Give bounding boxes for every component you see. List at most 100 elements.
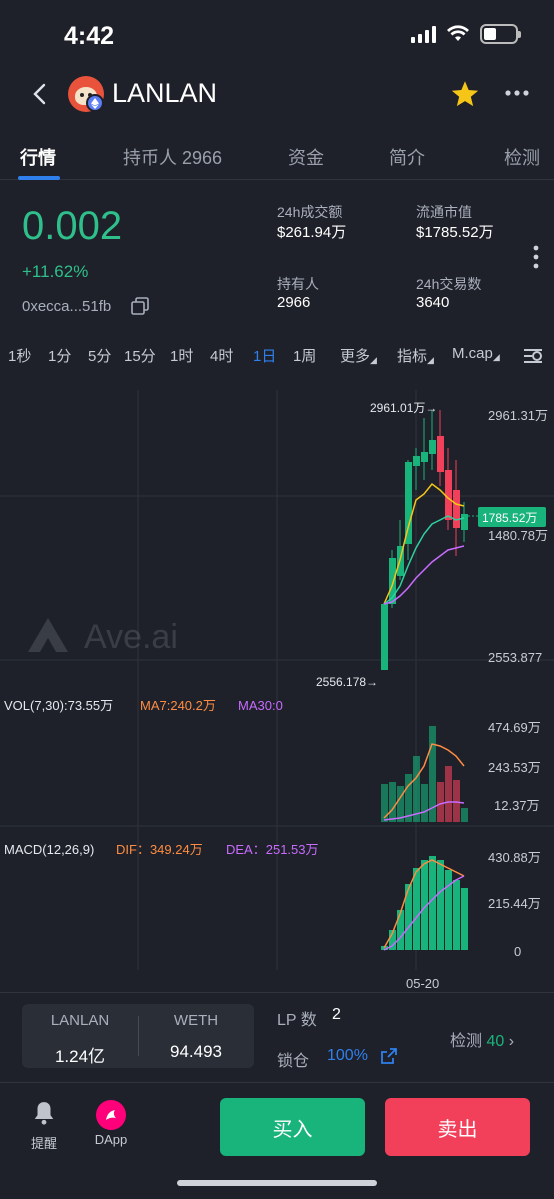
price-change: +11.62% [22,262,89,281]
macd-axis-zero: 0 [514,944,521,959]
tab-market[interactable]: 行情 [20,144,56,170]
detect-link[interactable]: 检测 40 › [450,1027,514,1051]
favorite-star-icon[interactable] [450,80,480,108]
buy-button[interactable]: 买入 [220,1098,365,1156]
current-price-label: 1785.52万 [482,511,537,525]
date-axis-label: 05-20 [406,976,439,990]
volume-title: VOL(7,30):73.55万 [4,698,113,713]
macd-dea: DEA：251.53万 [226,842,319,857]
mcap-dropdown[interactable]: M.cap◢ [452,345,500,363]
contract-address: 0xecca...51fb [22,298,112,315]
liquidity-pair-box: LANLAN 1.24亿 WETH 94.493 [22,1004,254,1068]
indicators-label: 指标 [397,348,428,365]
dropdown-triangle-icon: ◢ [427,355,434,365]
more-timeframes-dropdown[interactable]: 更多◢ [340,345,377,366]
detect-label: 检测 [450,1033,483,1050]
timeframe-15m[interactable]: 15分 [124,345,156,366]
tab-detect[interactable]: 检测 [504,144,540,170]
tab-holders[interactable]: 持币人 2966 [123,144,222,170]
price-axis-high: 2961.31万 [488,408,548,423]
timeframe-1h[interactable]: 1时 [170,345,193,366]
volume-ma30: MA30:0 [238,698,283,713]
price-axis-low: 2553.877 [488,650,542,665]
timeframe-1w[interactable]: 1周 [293,345,316,366]
timeframe-1d[interactable]: 1日 [253,345,276,366]
volume-axis-high: 474.69万 [488,720,541,735]
copy-icon[interactable] [131,297,149,315]
timeframe-5m[interactable]: 5分 [88,345,111,366]
detect-score: 40 [486,1033,505,1050]
alert-nav-item[interactable]: 提醒 [24,1100,64,1152]
lp-count-label: LP 数 [277,1012,317,1029]
timeframe-bar: 1秒 1分 5分 15分 1时 4时 1日 1周 更多◢ 指标◢ M.cap◢ [0,345,554,367]
sell-button[interactable]: 卖出 [385,1098,530,1156]
vertical-more-icon[interactable] [532,244,540,270]
chart-settings-icon[interactable] [522,346,544,366]
chevron-right-icon: › [508,1033,515,1050]
stat-label-txns: 24h交易数 [416,276,482,292]
tab-funds[interactable]: 资金 [288,144,324,170]
stat-value-holders: 2966 [277,294,311,311]
pair-token-a-label: LANLAN [50,1012,110,1029]
dapp-label: DApp [94,1132,128,1147]
volume-axis-mid: 243.53万 [488,760,541,775]
pair-token-b-amount: 94.493 [170,1042,222,1061]
watermark-text: Ave.ai [84,618,178,656]
tab-bar: 行情 持币人 2966 资金 简介 检测 [0,130,554,180]
watermark-logo: Ave.ai [28,618,178,656]
chart-min-label: 2556.178→ [316,675,378,689]
candlesticks [381,410,468,670]
tab-intro[interactable]: 简介 [389,144,425,170]
candle [429,440,436,454]
dropdown-triangle-icon: ◢ [370,355,377,365]
stat-label-volume: 24h成交额 [277,204,343,220]
candle [405,462,412,544]
price-axis-mid: 1480.78万 [488,528,548,543]
candle [437,436,444,472]
stat-value-mcap: $1785.52万 [416,224,494,241]
mcap-label: M.cap [452,345,493,362]
price-chart[interactable]: Ave.ai 2961.01万→ 2961.31万 1480.78万 2553.… [0,390,554,990]
stat-value-txns: 3640 [416,294,450,311]
external-link-icon[interactable] [380,1047,398,1065]
lock-label: 锁仓 [277,1053,310,1070]
timeframe-4h[interactable]: 4时 [210,345,233,366]
indicators-dropdown[interactable]: 指标◢ [397,345,434,366]
alert-label: 提醒 [30,1136,57,1151]
candle [381,604,388,670]
chart-max-label: 2961.01万→ [370,401,437,415]
pair-token-b-label: WETH [173,1012,219,1029]
stat-label-holders: 持有人 [277,276,319,292]
timeframe-1m[interactable]: 1分 [48,345,71,366]
macd-axis-mid: 215.44万 [488,896,541,911]
lock-value[interactable]: 100% [327,1047,368,1065]
macd-dif: DIF：349.24万 [116,842,203,857]
more-options-icon[interactable] [504,89,530,97]
more-label: 更多 [340,348,371,365]
back-arrow-icon[interactable] [28,82,52,106]
wifi-icon [447,25,469,41]
pair-token-a-amount: 1.24亿 [54,1047,106,1066]
price-value: 0.002 [22,204,123,248]
volume-ma7: MA7:240.2万 [140,698,216,713]
candle [421,452,428,462]
macd-title: MACD(12,26,9) [4,842,94,857]
dapp-nav-item[interactable]: DApp [88,1100,134,1147]
home-indicator [177,1180,377,1186]
stat-label-mcap: 流通市值 [416,204,472,220]
bell-icon [34,1102,54,1125]
lp-count-value: 2 [332,1006,341,1023]
token-name: LANLAN [112,78,218,108]
dropdown-triangle-icon: ◢ [492,352,500,362]
candle [453,490,460,528]
ethereum-badge-icon [86,94,104,112]
battery-icon [480,24,521,44]
macd-histogram [381,856,468,950]
status-icons [411,24,521,44]
candle [461,514,468,530]
macd-axis-high: 430.88万 [488,850,541,865]
timeframe-1s[interactable]: 1秒 [8,345,31,366]
active-tab-indicator [18,176,60,180]
status-time: 4:42 [64,22,115,50]
candle [413,456,420,466]
